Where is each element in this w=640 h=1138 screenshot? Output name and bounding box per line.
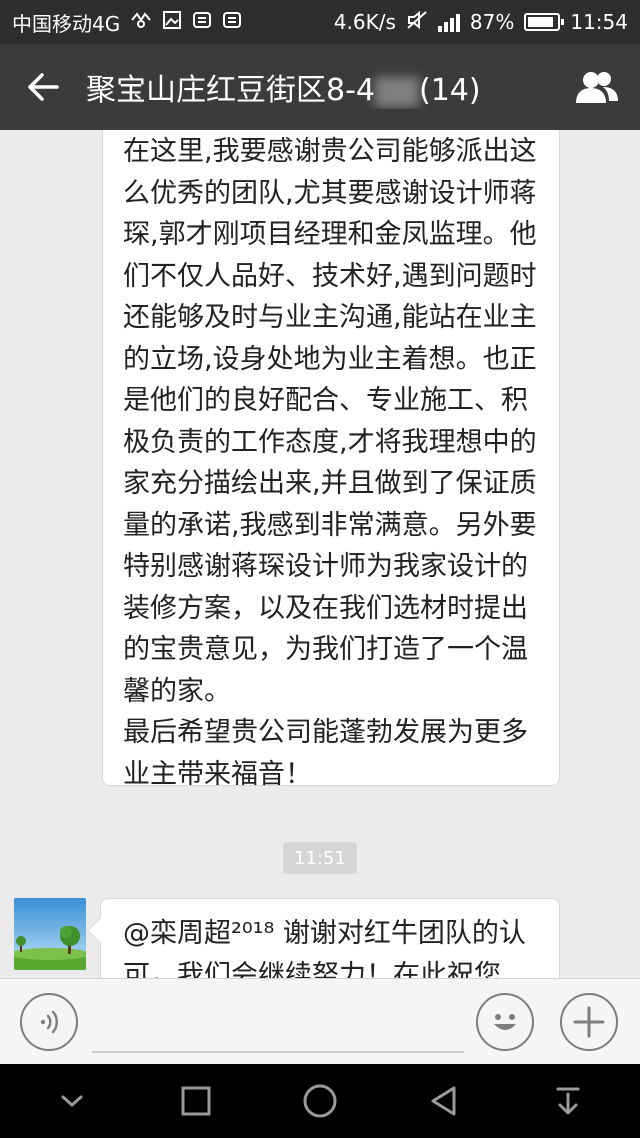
message-line: @栾周超²⁰¹⁸ 谢谢对红牛团队的认 xyxy=(123,918,526,949)
plus-icon xyxy=(573,1006,605,1038)
message-line: 可，我们会继续努力！在此祝您 xyxy=(123,959,501,979)
nav-collapse-icon xyxy=(61,1095,83,1107)
voice-icon xyxy=(40,1010,58,1034)
blurred-text xyxy=(375,76,419,107)
back-arrow-icon xyxy=(28,73,59,101)
nav-notification-icon xyxy=(556,1087,580,1115)
chat-title: 聚宝山庄红豆街区8-4 (14) xyxy=(86,65,554,109)
avatar-tree-image xyxy=(14,898,86,970)
message-line: 的宝贵意见，为我们打造了一个温 xyxy=(123,634,528,665)
message-line: 是他们的良好配合、专业施工、积 xyxy=(123,385,528,416)
message-bubble[interactable]: 在这里,我要感谢贵公司能够派出这 么优秀的团队,尤其要感谢设计师蒋 琛,郭才刚项… xyxy=(102,130,560,790)
message-line: 量的承诺,我感到非常满意。另外要 xyxy=(123,509,537,541)
message-line: 还能够及时与业主沟通,能站在业主 xyxy=(123,302,537,333)
message-line: 极负责的工作态度,才将我理想中的 xyxy=(123,426,537,458)
title-bar: 聚宝山庄红豆街区8-4 (14) xyxy=(0,44,640,130)
nav-recents-button[interactable] xyxy=(161,1066,231,1136)
taobao-icon xyxy=(192,10,212,35)
status-left: 中国移动4G xyxy=(12,8,242,37)
usb-icon xyxy=(130,10,152,35)
network-speed: 4.6K/s xyxy=(333,10,396,34)
nav-notification-button[interactable] xyxy=(533,1066,603,1136)
input-bar xyxy=(0,978,640,1064)
carrier-label: 中国移动4G xyxy=(12,11,121,36)
emoji-icon xyxy=(494,1014,516,1030)
message-line: 馨的家。 xyxy=(123,675,231,707)
battery-percent: 87% xyxy=(469,10,515,34)
clock: 11:54 xyxy=(570,10,628,34)
emoji-button[interactable] xyxy=(476,993,534,1051)
nav-collapse-button[interactable] xyxy=(37,1066,107,1136)
nav-back-icon xyxy=(431,1086,456,1116)
group-members-icon xyxy=(576,72,618,103)
message-bubble[interactable]: @栾周超²⁰¹⁸ 谢谢对红牛团队的认 可，我们会继续努力！在此祝您 xyxy=(100,898,560,978)
message-line: 家充分描绘出来,并且做到了保证质 xyxy=(123,468,537,499)
voice-button[interactable] xyxy=(20,993,78,1051)
message-line: 么优秀的团队,尤其要感谢设计师蒋 xyxy=(123,177,537,209)
nav-recents-icon xyxy=(181,1086,211,1116)
mute-icon xyxy=(406,10,428,35)
chat-title-text: 聚宝山庄红豆街区8-4 xyxy=(86,73,375,108)
chat-area[interactable]: 在这里,我要感谢贵公司能够派出这 么优秀的团队,尤其要感谢设计师蒋 琛,郭才刚项… xyxy=(0,130,640,978)
message-line: 在这里,我要感谢贵公司能够派出这 xyxy=(123,136,537,167)
message-line: 装修方案，以及在我们选材时提出 xyxy=(123,592,528,624)
signal-icon xyxy=(437,12,460,32)
back-button[interactable] xyxy=(0,44,86,130)
image-icon xyxy=(162,10,182,35)
avatar[interactable] xyxy=(14,898,86,970)
message-line: 的立场,设身处地为业主着想。也正 xyxy=(123,343,537,375)
chat-screen: 中国移动4G 4.6K/s 87% 11:54 聚宝山庄红豆街区8-4 (14)… xyxy=(0,0,640,1138)
status-right: 4.6K/s 87% 11:54 xyxy=(334,10,628,35)
status-bar: 中国移动4G 4.6K/s 87% 11:54 xyxy=(0,0,640,44)
nav-home-button[interactable] xyxy=(285,1066,355,1136)
nav-back-button[interactable] xyxy=(409,1066,479,1136)
group-info-button[interactable] xyxy=(554,44,640,130)
message-line: 最后希望贵公司能蓬勃发展为更多 xyxy=(123,717,528,748)
member-count: (14) xyxy=(419,73,481,108)
message-line: 们不仅人品好、技术好,遇到问题时 xyxy=(123,260,537,292)
taobao-icon-2 xyxy=(222,10,242,35)
battery-icon xyxy=(524,13,565,31)
message-input[interactable] xyxy=(92,1051,464,1053)
navigation-bar xyxy=(0,1064,640,1138)
more-button[interactable] xyxy=(560,993,618,1051)
message-line: 特别感谢蒋琛设计师为我家设计的 xyxy=(123,551,528,582)
message-line: 业主带来福音！ xyxy=(123,758,312,790)
message-line: 琛,郭才刚项目经理和金凤监理。他 xyxy=(123,219,537,250)
timestamp-badge: 11:51 xyxy=(283,842,357,874)
nav-home-icon xyxy=(303,1084,337,1118)
